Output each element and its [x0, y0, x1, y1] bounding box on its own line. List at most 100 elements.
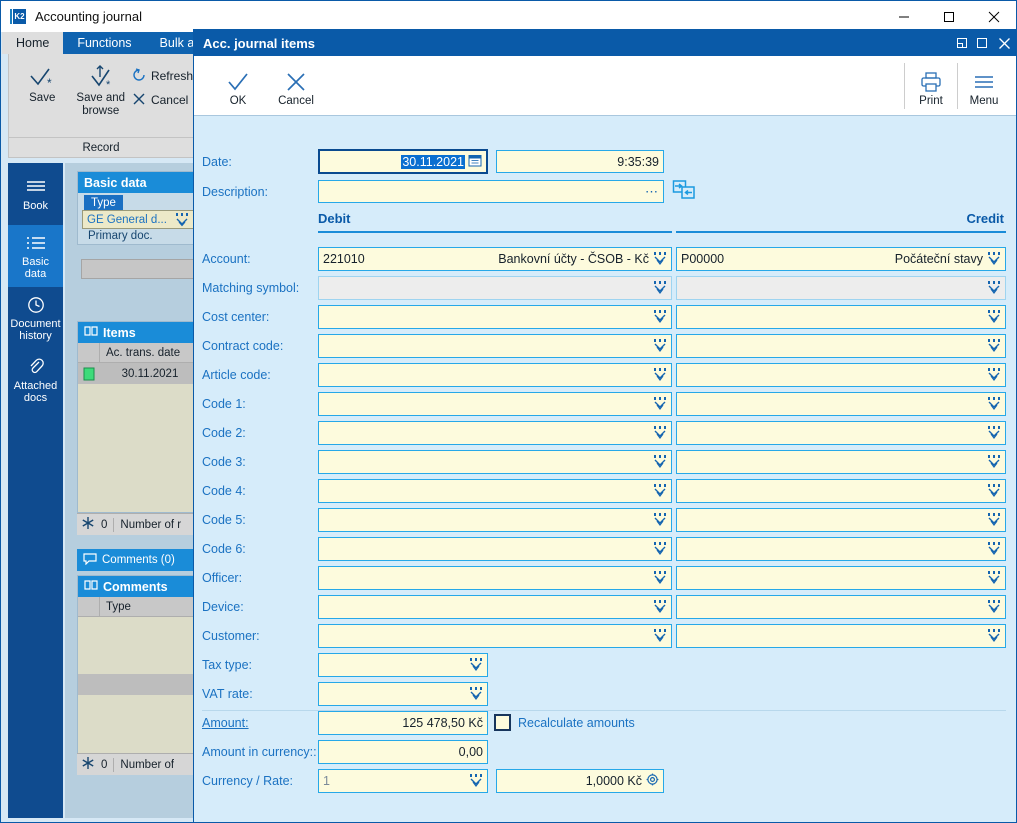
chevron-down-icon[interactable]	[175, 213, 189, 227]
description-field[interactable]: ⋯	[318, 180, 664, 203]
code-3-debit-field[interactable]	[318, 450, 672, 474]
chevron-down-icon[interactable]	[653, 339, 667, 353]
chevron-down-icon[interactable]	[469, 658, 483, 672]
chevron-down-icon[interactable]	[653, 484, 667, 498]
refresh-button[interactable]: Refresh	[130, 64, 193, 88]
code-1-credit-field[interactable]	[676, 392, 1006, 416]
chevron-down-icon[interactable]	[653, 600, 667, 614]
tab-home[interactable]: Home	[2, 32, 63, 54]
calendar-icon[interactable]	[468, 153, 482, 170]
article-code-credit-field[interactable]	[676, 363, 1006, 387]
chevron-down-icon[interactable]	[987, 281, 1001, 295]
dialog-maximize-button[interactable]	[972, 30, 992, 56]
chevron-down-icon[interactable]	[987, 600, 1001, 614]
sidebar-item-attached-docs[interactable]: Attached docs	[8, 349, 63, 411]
code-5-credit-field[interactable]	[676, 508, 1006, 532]
sidebar-item-document-history[interactable]: Document history	[8, 287, 63, 349]
amount-in-currency-field[interactable]: 0,00	[318, 740, 488, 764]
chevron-down-icon[interactable]	[987, 484, 1001, 498]
primary-doc-field[interactable]	[81, 259, 195, 279]
chevron-down-icon[interactable]	[987, 310, 1001, 324]
comments-selected-row[interactable]	[78, 674, 194, 695]
chevron-down-icon[interactable]	[987, 455, 1001, 469]
sidebar-item-book[interactable]: Book	[8, 163, 63, 225]
save-button[interactable]: * Save	[13, 60, 71, 118]
chevron-down-icon[interactable]	[987, 426, 1001, 440]
device-credit-field[interactable]	[676, 595, 1006, 619]
officer-credit-field[interactable]	[676, 566, 1006, 590]
save-and-browse-button[interactable]: * Save and browse	[71, 60, 129, 118]
account-credit-field[interactable]: P00000 Počáteční stavy	[676, 247, 1006, 271]
code-4-credit-field[interactable]	[676, 479, 1006, 503]
tax-type-field[interactable]	[318, 653, 488, 677]
chevron-down-icon[interactable]	[987, 368, 1001, 382]
chevron-down-icon[interactable]	[469, 774, 483, 788]
chevron-down-icon[interactable]	[653, 571, 667, 585]
close-button[interactable]	[971, 1, 1016, 32]
comments-grid-body[interactable]	[78, 617, 194, 753]
contract-code-credit-field[interactable]	[676, 334, 1006, 358]
customer-debit-field[interactable]	[318, 624, 672, 648]
chevron-down-icon[interactable]	[987, 542, 1001, 556]
date-field[interactable]: 30.11.2021	[318, 149, 488, 174]
chevron-down-icon[interactable]	[987, 513, 1001, 527]
chevron-down-icon[interactable]	[653, 252, 667, 266]
code-5-debit-field[interactable]	[318, 508, 672, 532]
table-row[interactable]: 30.11.2021	[78, 363, 194, 384]
cancel-button[interactable]: Cancel	[270, 65, 322, 107]
device-debit-field[interactable]	[318, 595, 672, 619]
rate-field[interactable]: 1,0000 Kč	[496, 769, 664, 793]
code-3-credit-field[interactable]	[676, 450, 1006, 474]
dialog-close-button[interactable]	[992, 30, 1016, 56]
transfer-sides-icon[interactable]	[672, 179, 696, 208]
matching-symbol-debit-field[interactable]	[318, 276, 672, 300]
code-2-credit-field[interactable]	[676, 421, 1006, 445]
code-1-debit-field[interactable]	[318, 392, 672, 416]
tab-functions[interactable]: Functions	[63, 32, 145, 54]
chevron-down-icon[interactable]	[987, 629, 1001, 643]
maximize-button[interactable]	[926, 1, 971, 32]
tab-comments[interactable]: Comments (0)	[77, 549, 195, 571]
type-field[interactable]: GE General d...	[82, 210, 194, 229]
chevron-down-icon[interactable]	[987, 252, 1001, 266]
chevron-down-icon[interactable]	[653, 629, 667, 643]
minimize-button[interactable]	[881, 1, 926, 32]
code-4-debit-field[interactable]	[318, 479, 672, 503]
restore-down-button[interactable]	[952, 30, 972, 56]
sidebar-item-basic-data[interactable]: Basic data	[8, 225, 63, 287]
matching-symbol-credit-field[interactable]	[676, 276, 1006, 300]
chevron-down-icon[interactable]	[987, 397, 1001, 411]
code-2-debit-field[interactable]	[318, 421, 672, 445]
chevron-down-icon[interactable]	[469, 687, 483, 701]
vat-rate-field[interactable]	[318, 682, 488, 706]
chevron-down-icon[interactable]	[653, 281, 667, 295]
time-field[interactable]: 9:35:39	[496, 150, 664, 173]
print-button[interactable]: Print	[905, 65, 957, 107]
amount-field[interactable]: 125 478,50 Kč	[318, 711, 488, 735]
chevron-down-icon[interactable]	[653, 310, 667, 324]
chevron-down-icon[interactable]	[987, 339, 1001, 353]
account-debit-field[interactable]: 221010 Bankovní účty - ČSOB - Kč	[318, 247, 672, 271]
chevron-down-icon[interactable]	[653, 542, 667, 556]
chevron-down-icon[interactable]	[653, 426, 667, 440]
ellipsis-icon[interactable]: ⋯	[645, 188, 659, 196]
officer-debit-field[interactable]	[318, 566, 672, 590]
article-code-debit-field[interactable]	[318, 363, 672, 387]
code-6-credit-field[interactable]	[676, 537, 1006, 561]
customer-credit-field[interactable]	[676, 624, 1006, 648]
cancel-button[interactable]: Cancel	[130, 88, 193, 112]
cost-center-debit-field[interactable]	[318, 305, 672, 329]
chevron-down-icon[interactable]	[653, 513, 667, 527]
chevron-down-icon[interactable]	[653, 397, 667, 411]
recalculate-amounts-checkbox[interactable]	[494, 714, 511, 731]
menu-button[interactable]: Menu	[958, 65, 1010, 107]
ok-button[interactable]: OK	[212, 65, 264, 107]
chevron-down-icon[interactable]	[653, 455, 667, 469]
gear-icon[interactable]	[646, 773, 659, 789]
chevron-down-icon[interactable]	[653, 368, 667, 382]
cost-center-credit-field[interactable]	[676, 305, 1006, 329]
code-6-debit-field[interactable]	[318, 537, 672, 561]
chevron-down-icon[interactable]	[987, 571, 1001, 585]
contract-code-debit-field[interactable]	[318, 334, 672, 358]
currency-field[interactable]: 1	[318, 769, 488, 793]
